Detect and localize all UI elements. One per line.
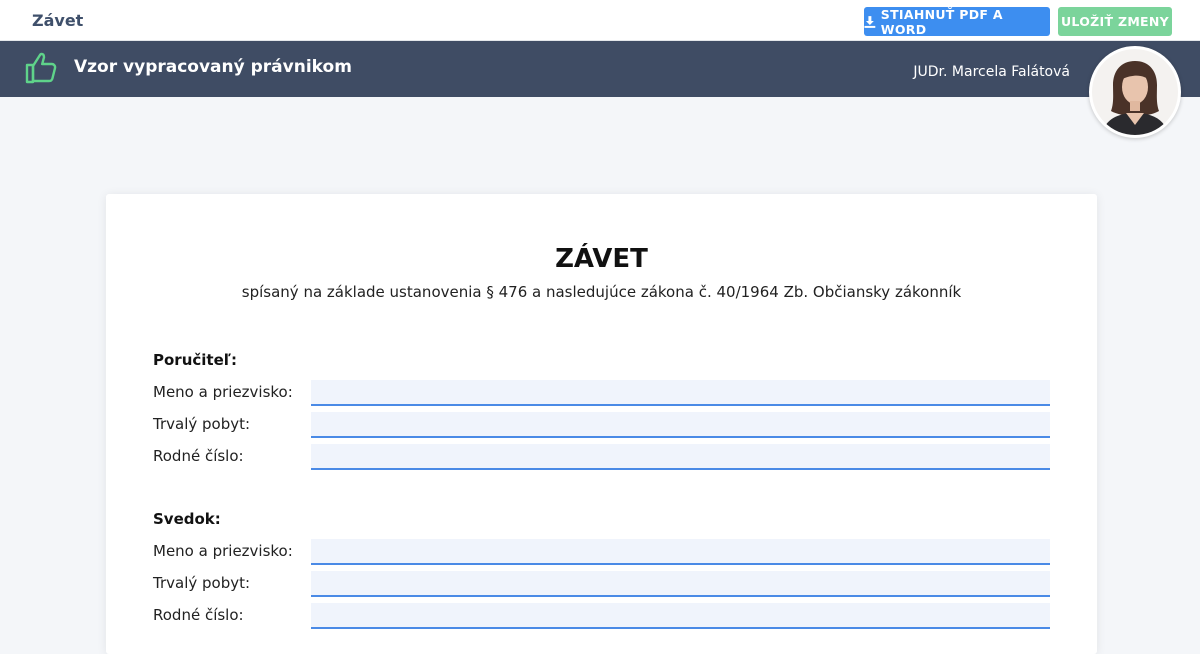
field-label: Meno a priezvisko: bbox=[153, 383, 293, 401]
testator-name-input[interactable] bbox=[311, 380, 1050, 406]
document-title: ZÁVET bbox=[555, 244, 648, 274]
field-label: Meno a priezvisko: bbox=[153, 542, 293, 560]
field-label: Rodné číslo: bbox=[153, 447, 244, 465]
testator-address-input[interactable] bbox=[311, 412, 1050, 438]
thumbs-up-icon bbox=[25, 52, 57, 84]
section-title-witness: Svedok: bbox=[153, 510, 221, 528]
top-bar: Závet STIAHNUŤ PDF A WORD ULOŽIŤ ZMENY bbox=[0, 0, 1200, 41]
banner-label: Vzor vypracovaný právnikom bbox=[74, 57, 352, 77]
document-subtitle: spísaný na základe ustanovenia § 476 a n… bbox=[241, 283, 962, 301]
witness-address-input[interactable] bbox=[311, 571, 1050, 597]
lawyer-banner: Vzor vypracovaný právnikom JUDr. Marcela… bbox=[0, 41, 1200, 97]
witness-name-input[interactable] bbox=[311, 539, 1050, 565]
field-label: Rodné číslo: bbox=[153, 606, 244, 624]
download-pdf-word-button[interactable]: STIAHNUŤ PDF A WORD bbox=[864, 6, 1050, 37]
document-card: ZÁVET spísaný na základe ustanovenia § 4… bbox=[106, 194, 1097, 654]
field-label: Trvalý pobyt: bbox=[153, 574, 251, 592]
witness-birth-number-input[interactable] bbox=[311, 603, 1050, 629]
lawyer-name: JUDr. Marcela Falátová bbox=[913, 64, 1070, 80]
download-button-label: STIAHNUŤ PDF A WORD bbox=[880, 6, 1003, 37]
field-label: Trvalý pobyt: bbox=[153, 415, 251, 433]
save-button-label: ULOŽIŤ ZMENY bbox=[1060, 14, 1170, 29]
page-title: Závet bbox=[32, 11, 84, 30]
save-changes-button[interactable]: ULOŽIŤ ZMENY bbox=[1058, 7, 1172, 36]
download-icon bbox=[864, 15, 876, 28]
lawyer-avatar bbox=[1089, 46, 1181, 138]
section-title-testator: Poručiteľ: bbox=[153, 351, 237, 369]
testator-birth-number-input[interactable] bbox=[311, 444, 1050, 470]
